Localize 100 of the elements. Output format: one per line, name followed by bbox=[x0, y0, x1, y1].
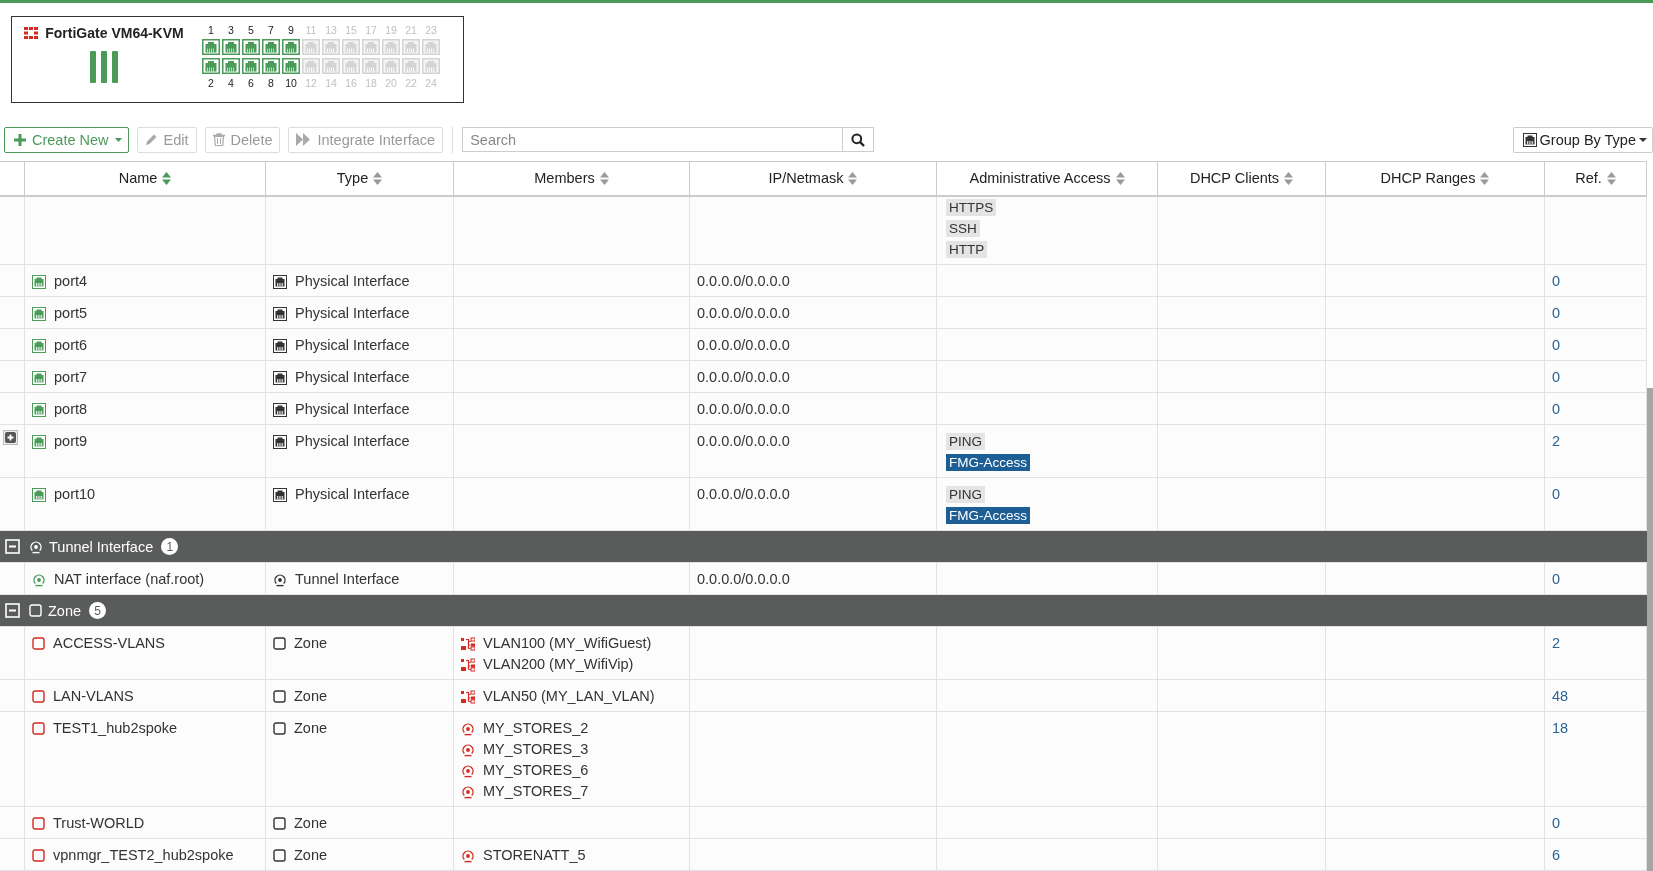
ip-netmask: 0.0.0.0/0.0.0.0 bbox=[697, 369, 790, 385]
column-header[interactable]: Administrative Access bbox=[969, 168, 1111, 189]
column-header[interactable]: DHCP Clients bbox=[1189, 168, 1280, 189]
ref-count-link[interactable]: 18 bbox=[1552, 720, 1569, 736]
port-number: 7 bbox=[268, 24, 274, 36]
ip-netmask: 0.0.0.0/0.0.0.0 bbox=[697, 401, 790, 417]
interface-name[interactable]: vpnmgr_TEST2_hub2spoke bbox=[53, 845, 234, 866]
interface-type: Zone bbox=[294, 719, 328, 738]
expand-icon[interactable] bbox=[3, 430, 18, 445]
group-header[interactable]: Zone 5 bbox=[0, 595, 1647, 627]
interface-name[interactable]: port6 bbox=[54, 335, 88, 356]
search-field[interactable]: Search bbox=[462, 127, 843, 152]
interface-name[interactable]: LAN-VLANS bbox=[53, 686, 134, 707]
ref-count-link[interactable]: 0 bbox=[1552, 273, 1561, 289]
sort-icon[interactable] bbox=[848, 172, 858, 185]
interface-type: Zone bbox=[294, 687, 328, 706]
ip-netmask: 0.0.0.0/0.0.0.0 bbox=[697, 486, 790, 502]
ethernet-port-icon[interactable] bbox=[222, 39, 240, 55]
collapse-icon[interactable] bbox=[5, 539, 20, 554]
port-number: 2 bbox=[208, 77, 214, 89]
sort-icon[interactable] bbox=[162, 172, 172, 185]
tunnel-icon bbox=[461, 742, 475, 757]
column-header[interactable]: IP/Netmask bbox=[768, 168, 844, 189]
ref-count-link[interactable]: 2 bbox=[1552, 433, 1561, 449]
interface-type: Zone bbox=[294, 814, 328, 833]
ref-count-link[interactable]: 0 bbox=[1552, 337, 1561, 353]
port-number: 24 bbox=[425, 77, 437, 89]
port-number: 21 bbox=[405, 24, 417, 36]
group-header[interactable]: Tunnel Interface 1 bbox=[0, 531, 1647, 563]
ref-count-link[interactable]: 0 bbox=[1552, 486, 1561, 502]
square-icon bbox=[32, 849, 45, 862]
ethernet-port-icon bbox=[273, 487, 287, 502]
collapse-icon[interactable] bbox=[5, 603, 20, 618]
count-badge: 1 bbox=[161, 538, 179, 555]
column-header[interactable]: DHCP Ranges bbox=[1380, 168, 1476, 189]
interface-name[interactable]: ACCESS-VLANS bbox=[53, 633, 165, 654]
interface-name[interactable]: port8 bbox=[54, 399, 88, 420]
interface-type: Tunnel Interface bbox=[295, 570, 400, 589]
count-badge: 5 bbox=[89, 602, 107, 619]
column-header[interactable]: Ref. bbox=[1575, 168, 1602, 189]
ref-count-link[interactable]: 0 bbox=[1552, 369, 1561, 385]
port-number: 12 bbox=[305, 77, 317, 89]
port-number: 8 bbox=[268, 77, 274, 89]
access-tag: FMG-Access bbox=[946, 454, 1030, 471]
tunnel-icon bbox=[273, 572, 287, 587]
square-icon bbox=[273, 637, 286, 650]
interface-name[interactable]: port5 bbox=[54, 303, 88, 324]
ethernet-port-icon[interactable] bbox=[282, 39, 300, 55]
interface-name[interactable]: port7 bbox=[54, 367, 88, 388]
scrollbar[interactable] bbox=[1647, 388, 1653, 871]
interface-name[interactable]: port4 bbox=[54, 271, 88, 292]
sort-icon[interactable] bbox=[1480, 172, 1490, 185]
ref-count-link[interactable]: 0 bbox=[1552, 401, 1561, 417]
interface-name[interactable]: port10 bbox=[54, 484, 96, 505]
ref-count-link[interactable]: 0 bbox=[1552, 571, 1561, 587]
interface-type: Zone bbox=[294, 846, 328, 865]
ethernet-port-icon[interactable] bbox=[222, 58, 240, 74]
ethernet-port-icon[interactable] bbox=[202, 58, 220, 74]
search-button[interactable] bbox=[842, 127, 875, 152]
ethernet-port-icon[interactable] bbox=[242, 39, 260, 55]
sort-icon[interactable] bbox=[599, 172, 609, 185]
square-icon bbox=[32, 722, 45, 735]
port-number: 16 bbox=[345, 77, 357, 89]
sort-icon[interactable] bbox=[1115, 172, 1125, 185]
sort-icon[interactable] bbox=[1606, 172, 1616, 185]
interface-name[interactable]: port9 bbox=[54, 431, 88, 452]
interface-type: Zone bbox=[294, 634, 328, 653]
search-icon bbox=[851, 132, 866, 147]
column-header[interactable]: Members bbox=[534, 168, 595, 189]
column-header[interactable]: Type bbox=[336, 168, 369, 189]
column-header[interactable]: Name bbox=[118, 168, 158, 189]
tunnel-icon bbox=[461, 721, 475, 736]
square-icon bbox=[32, 817, 45, 830]
group-by-dropdown[interactable]: Group By Type bbox=[1512, 126, 1653, 153]
interface-name[interactable]: TEST1_hub2spoke bbox=[53, 718, 178, 739]
member-name: VLAN200 (MY_WifiVip) bbox=[483, 655, 634, 674]
port-number: 19 bbox=[385, 24, 397, 36]
ethernet-port-icon[interactable] bbox=[262, 39, 280, 55]
member-name: VLAN100 (MY_WifiGuest) bbox=[483, 634, 652, 653]
ethernet-port-icon[interactable] bbox=[242, 58, 260, 74]
ethernet-port-icon[interactable] bbox=[282, 58, 300, 74]
sort-icon[interactable] bbox=[373, 172, 383, 185]
tunnel-icon bbox=[29, 539, 43, 554]
ref-count-link[interactable]: 0 bbox=[1552, 305, 1561, 321]
create-button[interactable]: Create New bbox=[4, 126, 129, 153]
interface-name[interactable]: Trust-WORLD bbox=[53, 813, 145, 834]
ref-count-link[interactable]: 0 bbox=[1552, 815, 1561, 831]
ref-count-link[interactable]: 6 bbox=[1552, 847, 1561, 863]
caret-icon bbox=[114, 137, 122, 142]
interface-type: Physical Interface bbox=[295, 336, 410, 355]
sort-icon[interactable] bbox=[1284, 172, 1294, 185]
interface-name[interactable]: NAT interface (naf.root) bbox=[54, 569, 205, 590]
logo-icon bbox=[24, 27, 39, 39]
ref-count-link[interactable]: 48 bbox=[1552, 688, 1569, 704]
port-number: 3 bbox=[228, 24, 234, 36]
port-number: 13 bbox=[325, 24, 337, 36]
member-name: MY_STORES_3 bbox=[483, 740, 589, 759]
ethernet-port-icon[interactable] bbox=[202, 39, 220, 55]
ref-count-link[interactable]: 2 bbox=[1552, 635, 1561, 651]
ethernet-port-icon[interactable] bbox=[262, 58, 280, 74]
